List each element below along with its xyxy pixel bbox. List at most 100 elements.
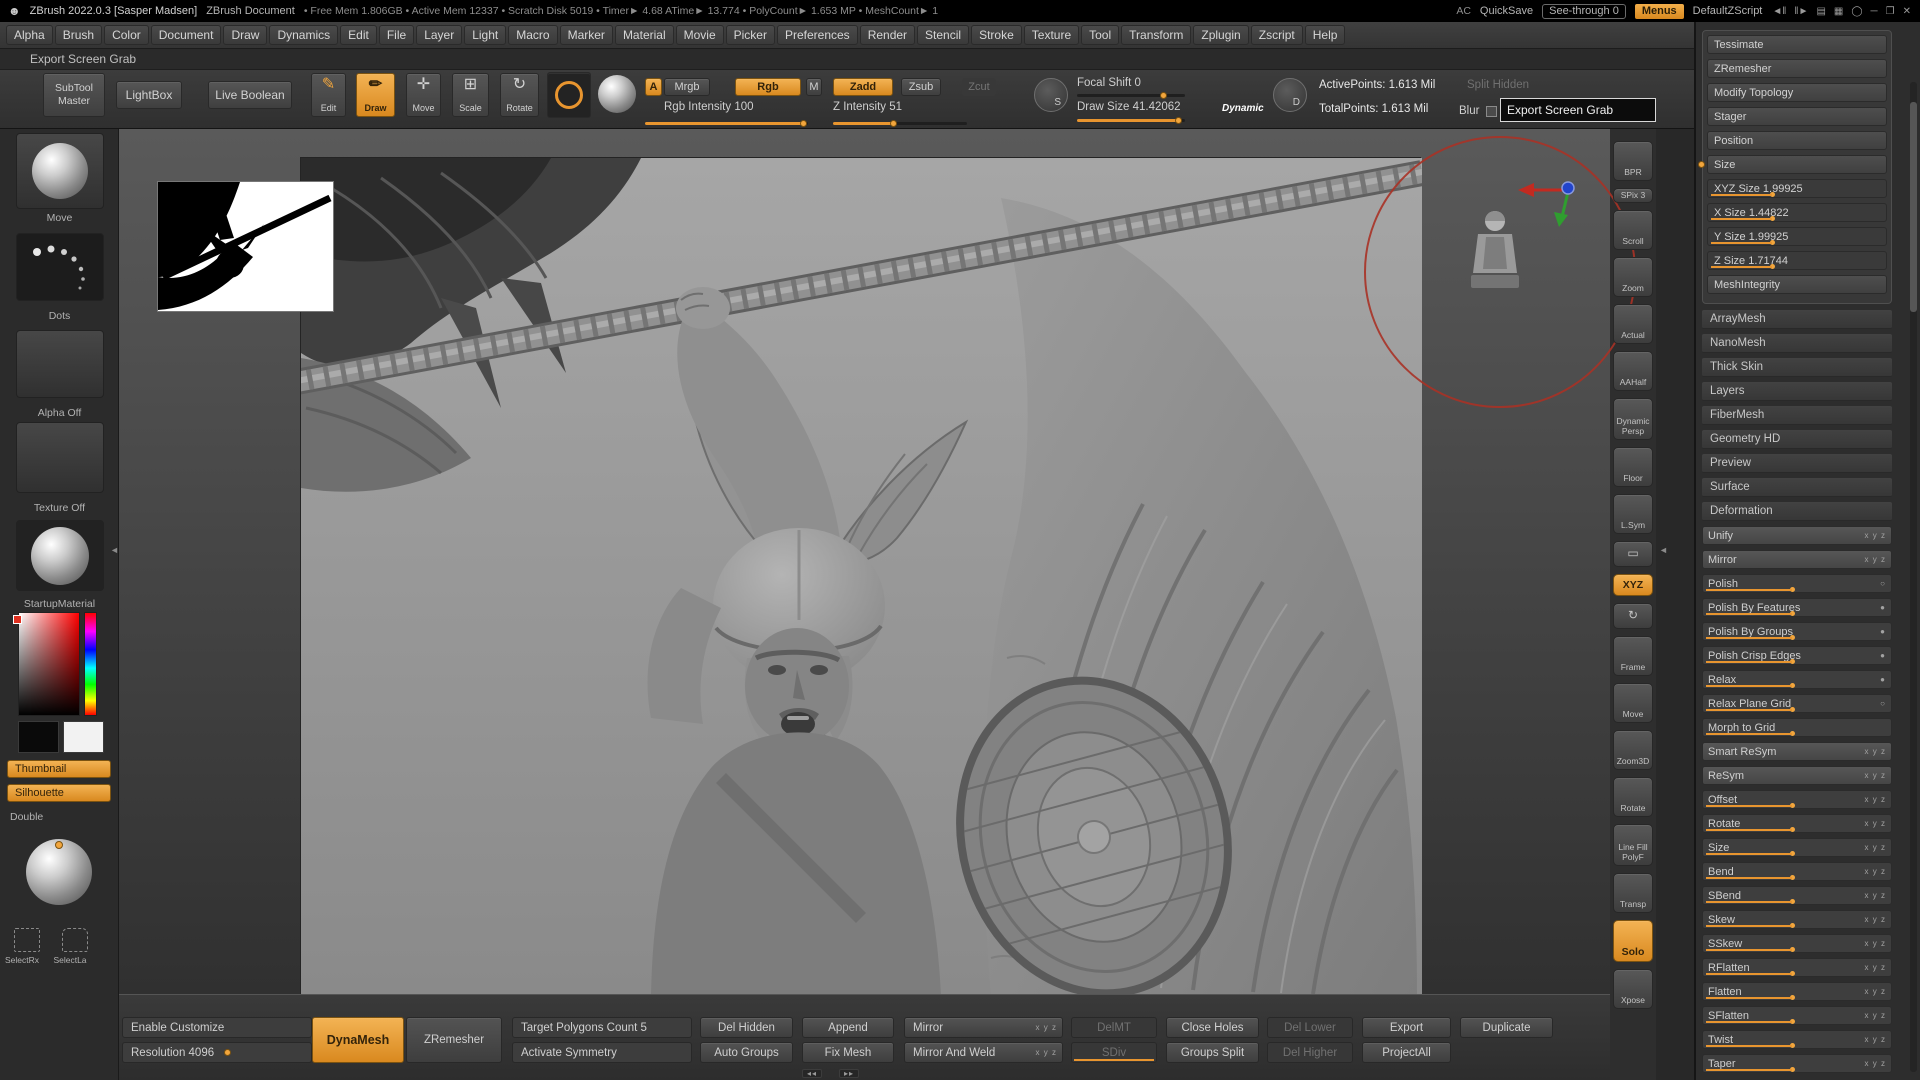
axis-marker[interactable]: x y z (1865, 963, 1886, 972)
fix-mesh-button[interactable]: Fix Mesh (802, 1042, 894, 1063)
window-icon[interactable]: ◯ (1850, 6, 1863, 17)
document-canvas[interactable] (300, 157, 1421, 994)
axis-marker[interactable]: x y z (1865, 867, 1886, 876)
zsub-toggle[interactable]: Zsub (901, 78, 941, 96)
menu-item[interactable]: Light (464, 25, 506, 45)
draw-size-slider[interactable]: Draw Size 41.42062 (1077, 101, 1181, 113)
dynamic-label[interactable]: Dynamic (1222, 103, 1264, 114)
geometry-item[interactable]: Tessimate (1707, 35, 1887, 54)
rgb-intensity-handle[interactable] (800, 120, 807, 127)
subpalette-header[interactable]: Preview (1702, 454, 1892, 473)
axis-marker[interactable]: ● (1880, 627, 1886, 636)
axis-marker[interactable]: ● (1880, 651, 1886, 660)
menu-item[interactable]: Zplugin (1193, 25, 1248, 45)
menu-item[interactable]: Tool (1081, 25, 1119, 45)
right-tray-collapse-arrow[interactable]: ◄ (1659, 545, 1668, 555)
dynamesh-button[interactable]: DynaMesh (312, 1017, 404, 1063)
deformation-item[interactable]: Morph to Grid (1702, 718, 1892, 737)
current-stroke-thumbnail[interactable] (16, 233, 104, 301)
subpalette-header[interactable]: FiberMesh (1702, 406, 1892, 425)
rgb-intensity-slider[interactable]: Rgb Intensity 100 (664, 101, 754, 113)
subtool-master-button[interactable]: SubTool Master (43, 73, 105, 117)
menu-item[interactable]: Help (1305, 25, 1346, 45)
duplicate-button[interactable]: Duplicate (1460, 1017, 1553, 1038)
deformation-item[interactable]: Relax ● (1702, 670, 1892, 689)
shelf-button[interactable]: Actual (1613, 304, 1653, 344)
menu-item[interactable]: Render (860, 25, 915, 45)
menu-item[interactable]: Zscript (1251, 25, 1303, 45)
rgb-toggle[interactable]: Rgb (735, 78, 801, 96)
color-picker-sv[interactable] (18, 612, 80, 716)
sdiv-slider[interactable]: SDiv (1071, 1042, 1157, 1063)
geometry-item[interactable]: Z Size 1.71744 (1707, 251, 1887, 270)
window-icon[interactable]: ❐ (1885, 6, 1896, 17)
deformation-item[interactable]: Size x y z (1702, 838, 1892, 857)
geometry-item[interactable]: Modify Topology (1707, 83, 1887, 102)
zadd-toggle[interactable]: Zadd (833, 78, 893, 96)
shelf-button[interactable]: Line Fill PolyF (1613, 824, 1653, 866)
resolution-slider[interactable]: Resolution 4096 (122, 1042, 312, 1063)
secondary-color-swatch[interactable] (63, 721, 104, 753)
menu-item[interactable]: Stroke (971, 25, 1022, 45)
deformation-item[interactable]: Polish Crisp Edges ● (1702, 646, 1892, 665)
shelf-button[interactable]: Frame (1613, 636, 1653, 676)
window-icon[interactable]: ▤ (1815, 6, 1826, 17)
select-la-icon[interactable] (62, 928, 88, 952)
menu-item[interactable]: Stencil (917, 25, 969, 45)
shelf-button[interactable]: AAHalf (1613, 351, 1653, 391)
shelf-button[interactable]: Zoom (1613, 257, 1653, 297)
rotate-button[interactable]: ↻ Rotate (500, 73, 539, 117)
deformation-item[interactable]: Mirror x y z (1702, 550, 1892, 569)
deformation-item[interactable]: Polish By Features ● (1702, 598, 1892, 617)
del-higher-button[interactable]: Del Higher (1267, 1042, 1353, 1063)
menu-item[interactable]: Document (151, 25, 222, 45)
axis-marker[interactable]: x y z (1865, 1035, 1886, 1044)
menu-item[interactable]: Alpha (6, 25, 53, 45)
close-holes-button[interactable]: Close Holes (1166, 1017, 1259, 1038)
quicksave-button[interactable]: QuickSave (1480, 5, 1533, 17)
menu-item[interactable]: Material (615, 25, 674, 45)
hscroll-left-icon[interactable]: ◂◂ (802, 1069, 822, 1078)
axis-marker[interactable]: x y z (1865, 531, 1886, 540)
tray-scrollbar-thumb[interactable] (1910, 102, 1917, 312)
menu-item[interactable]: Movie (676, 25, 724, 45)
d-dial-icon[interactable]: D (1273, 78, 1307, 112)
deformation-item[interactable]: RFlatten x y z (1702, 958, 1892, 977)
geometry-item[interactable]: X Size 1.44822 (1707, 203, 1887, 222)
deformation-item[interactable]: Flatten x y z (1702, 982, 1892, 1001)
subpalette-header[interactable]: Deformation (1702, 502, 1892, 521)
deformation-item[interactable]: ReSym x y z (1702, 766, 1892, 785)
current-alpha-thumbnail[interactable] (16, 330, 104, 398)
hscroll-right-icon[interactable]: ▸▸ (839, 1069, 859, 1078)
current-material-thumbnail[interactable] (16, 520, 104, 591)
scale-button[interactable]: ⊞ Scale (452, 73, 489, 117)
shelf-button[interactable]: Xpose (1613, 969, 1653, 1009)
draw-button[interactable]: ✏ Draw (356, 73, 395, 117)
deformation-item[interactable]: SSkew x y z (1702, 934, 1892, 953)
shelf-button[interactable]: Scroll (1613, 210, 1653, 250)
menu-item[interactable]: Layer (416, 25, 462, 45)
geometry-item[interactable]: Position (1707, 131, 1887, 150)
geometry-item[interactable]: MeshIntegrity (1707, 275, 1887, 294)
subpalette-header[interactable]: Thick Skin (1702, 358, 1892, 377)
see-through-control[interactable]: See-through 0 (1542, 4, 1626, 19)
menu-item[interactable]: Brush (55, 25, 102, 45)
shelf-button[interactable]: Move (1613, 683, 1653, 723)
deformation-item[interactable]: Rotate x y z (1702, 814, 1892, 833)
z-intensity-slider[interactable]: Z Intensity 51 (833, 101, 902, 113)
axis-marker[interactable]: x y z (1865, 795, 1886, 804)
m-toggle[interactable]: M (806, 78, 822, 96)
menu-item[interactable]: Edit (340, 25, 377, 45)
deformation-item[interactable]: Taper x y z (1702, 1054, 1892, 1073)
deformation-item[interactable]: Polish By Groups ● (1702, 622, 1892, 641)
draw-size-handle[interactable] (1175, 117, 1182, 124)
window-icon[interactable]: ─ (1870, 6, 1879, 17)
deformation-item[interactable]: Unify x y z (1702, 526, 1892, 545)
axis-marker[interactable]: x y z (1865, 1011, 1886, 1020)
activate-symmetry-button[interactable]: Activate Symmetry (512, 1042, 692, 1063)
zremesher-button[interactable]: ZRemesher (406, 1017, 502, 1063)
s-dial-icon[interactable]: S (1034, 78, 1068, 112)
axis-marker[interactable]: ○ (1880, 699, 1886, 708)
left-tray-collapse-arrow[interactable]: ◄ (110, 545, 119, 555)
window-icon[interactable]: ◄‖ (1771, 6, 1787, 17)
